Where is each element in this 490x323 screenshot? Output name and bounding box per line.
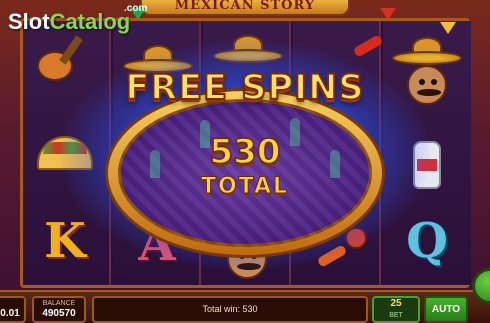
letter-k-symbol: K [44,213,86,269]
site-logo: SlotCatalog .com [8,3,147,37]
control-bar: 0.01 BALANCE 490570 Total win: 530 25 BE… [0,290,490,323]
guitar-symbol [37,35,83,81]
free-spins-title: FREE SPINS [124,67,365,109]
total-win-text: Total win: 530 [202,304,258,314]
total-win-panel: Total win: 530 [92,296,368,323]
free-spins-count: 530 [209,131,281,173]
chili-icon [352,34,384,58]
bandit-icon [407,65,447,105]
bet-lines-button[interactable]: 25 BET [372,296,420,323]
logo-text-slot: Slot [8,9,50,34]
balance-label: BALANCE [42,300,76,307]
flag-icon [380,8,396,20]
letter-q-symbol: Q [406,213,448,269]
auto-label: AUTO [431,304,461,315]
logo-text-catalog: Catalog [49,9,131,34]
balance-value: 490570 [42,308,76,319]
lines-label: BET [389,312,403,319]
game-stage: MEXICAN STORY K A [0,0,490,323]
game-title-banner: MEXICAN STORY [140,0,350,16]
logo-suffix: .com [124,3,148,14]
free-spins-total-label: TOTAL [200,174,290,200]
game-title: MEXICAN STORY [174,0,316,13]
auto-button[interactable]: AUTO [424,296,468,323]
flag-icon [440,22,456,34]
bet-value-panel: 0.01 [0,296,26,323]
bet-value: 0.01 [0,308,20,319]
cactus-icon [330,150,340,178]
lines-value: 25 [390,298,402,309]
balance-panel: BALANCE 490570 [32,296,86,323]
cactus-icon [150,150,160,178]
sombrero-icon [392,35,462,65]
